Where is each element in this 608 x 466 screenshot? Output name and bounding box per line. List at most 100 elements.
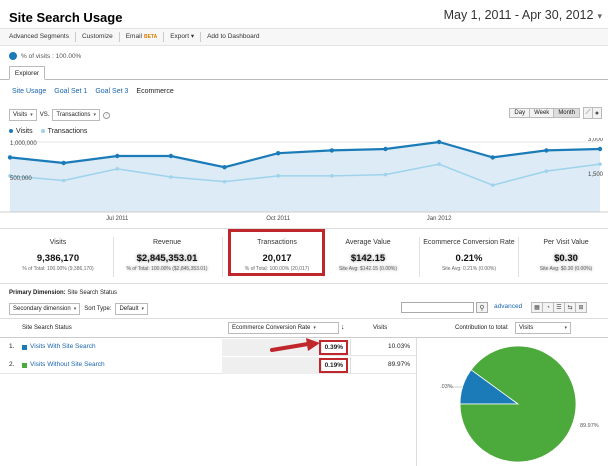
- subtab-site-usage[interactable]: Site Usage: [12, 88, 46, 95]
- legend-dot: [9, 129, 13, 134]
- email-button[interactable]: Email BETA: [120, 32, 165, 42]
- chevron-down-icon: ▾: [30, 112, 33, 118]
- period-day-button[interactable]: Day: [509, 108, 531, 118]
- legend-label: Visits: [16, 128, 33, 135]
- kpi-separator: [112, 237, 114, 277]
- y-right-tick-label: 3,000: [588, 138, 604, 143]
- tab-explorer[interactable]: Explorer: [9, 66, 45, 80]
- kpi-ecommerce-conversion-rate[interactable]: Ecommerce Conversion Rate 0.21% Site Avg: …: [419, 239, 519, 272]
- transactions-point[interactable]: [490, 183, 495, 187]
- transactions-point[interactable]: [598, 162, 602, 166]
- legend-label: Transactions: [47, 128, 88, 135]
- kpi-revenue[interactable]: Revenue $2,845,353.01 % of Total: 100.00% …: [117, 239, 217, 272]
- pie-slice[interactable]: [459, 345, 577, 463]
- kpi-subtext: Site Avg: 0.21% (0.00%): [441, 266, 497, 272]
- subtab-ecommerce[interactable]: Ecommerce: [136, 88, 173, 95]
- x-tick-label: Jul 2011: [106, 216, 129, 222]
- kpi-value: $0.30: [554, 253, 578, 264]
- visits-point[interactable]: [490, 155, 495, 160]
- advanced-filter-link[interactable]: advanced: [494, 303, 522, 310]
- date-range-picker[interactable]: May 1, 2011 - Apr 30, 2012 ▾: [444, 8, 602, 22]
- transactions-point[interactable]: [437, 162, 441, 166]
- pivot-view-icon[interactable]: ⊞: [575, 302, 587, 313]
- table-search-input[interactable]: [401, 302, 474, 313]
- kpi-visits[interactable]: Visits 9,386,170 % of Total: 100.00% (9,38…: [8, 239, 108, 272]
- transactions-point[interactable]: [169, 175, 173, 179]
- search-icon[interactable]: ⚲: [476, 302, 488, 313]
- sort-type-select[interactable]: Default ▾: [115, 303, 148, 315]
- contribution-label: Contribution to total:: [455, 325, 509, 331]
- transactions-point[interactable]: [222, 179, 227, 184]
- visits-point[interactable]: [383, 146, 388, 152]
- advanced-segments-button[interactable]: Advanced Segments: [9, 32, 76, 42]
- row-conversion-rate: 0.39%: [319, 340, 348, 355]
- visits-point[interactable]: [544, 148, 549, 153]
- transactions-point[interactable]: [61, 178, 66, 183]
- visits-point[interactable]: [115, 153, 120, 159]
- transactions-point[interactable]: [383, 172, 388, 177]
- help-icon[interactable]: ?: [103, 111, 111, 119]
- legend-item-visits[interactable]: Visits: [9, 128, 33, 135]
- visits-point[interactable]: [436, 139, 442, 145]
- kpi-label: Revenue: [152, 239, 182, 246]
- row-conversion-rate: 0.19%: [319, 358, 348, 373]
- visits-point[interactable]: [329, 148, 335, 153]
- chevron-down-icon: ▾: [564, 325, 567, 331]
- subtab-goal-set-3[interactable]: Goal Set 3: [95, 88, 128, 95]
- transactions-point[interactable]: [276, 174, 280, 178]
- subtab-goal-set-1[interactable]: Goal Set 1: [54, 88, 87, 95]
- date-range-text: May 1, 2011 - Apr 30, 2012: [443, 8, 594, 22]
- transactions-point[interactable]: [115, 167, 120, 171]
- chevron-down-icon: ▾: [73, 306, 77, 312]
- visits-point[interactable]: [597, 146, 603, 152]
- secondary-dimension-select[interactable]: Secondary dimension ▾: [9, 303, 81, 315]
- legend-item-transactions[interactable]: Transactions: [40, 128, 88, 135]
- metric2-select[interactable]: Transactions ▾: [52, 109, 101, 121]
- segment-summary: % of visits : 100.00%: [9, 52, 81, 60]
- add-to-dashboard-button[interactable]: Add to Dashboard: [201, 32, 265, 42]
- visits-point[interactable]: [222, 165, 227, 170]
- row-name-link[interactable]: Visits With Site Search: [30, 343, 96, 350]
- column-metric-select[interactable]: Ecommerce Conversion Rate ▾: [228, 322, 339, 334]
- visits-point[interactable]: [61, 160, 66, 166]
- row-visits-pct: 89.97%: [387, 361, 410, 368]
- metric1-select[interactable]: Visits ▾: [9, 109, 37, 121]
- beta-badge: BETA: [143, 34, 158, 40]
- chart-legend: Visits Transactions: [9, 128, 87, 135]
- visits-point[interactable]: [7, 155, 13, 160]
- contribution-select[interactable]: Visits ▾: [515, 322, 571, 334]
- primary-dimension-value[interactable]: Site Search Status: [67, 290, 117, 296]
- y-left-tick-label: 1,000,000: [10, 141, 37, 147]
- row-color-swatch: [22, 345, 27, 350]
- x-tick-label: Oct 2011: [266, 216, 291, 222]
- customize-button[interactable]: Customize: [76, 32, 120, 42]
- email-label: Email: [125, 33, 142, 40]
- kpi-value: 9,386,170: [36, 253, 80, 264]
- sort-down-arrow-icon[interactable]: ↓: [341, 324, 345, 331]
- row-name-link[interactable]: Visits Without Site Search: [30, 361, 105, 368]
- y-right-tick-label: 1,500: [588, 172, 604, 178]
- line-chart[interactable]: 1,000,000 500,000 3,000 1,500 Jul 2011 Oct 20…: [0, 138, 608, 228]
- table-row: 1. Visits With Site Search 0.39% 10.03%: [0, 339, 416, 356]
- export-button[interactable]: Export ▾: [164, 32, 202, 42]
- visits-point[interactable]: [275, 151, 281, 156]
- vs-label: VS.: [39, 112, 50, 118]
- metric2-label: Transactions: [56, 112, 91, 118]
- contribution-pie-chart[interactable]: 10.03%89.97%: [440, 340, 608, 466]
- transactions-highlight: [228, 229, 325, 276]
- visits-point[interactable]: [168, 153, 174, 159]
- chart-type-selector: ⟋ ●: [583, 107, 602, 119]
- column-site-search-status[interactable]: Site Search Status: [22, 325, 72, 331]
- legend-dot: [40, 129, 45, 134]
- row-color-swatch: [22, 363, 27, 368]
- motion-chart-icon[interactable]: ●: [592, 107, 602, 119]
- transactions-point[interactable]: [330, 174, 334, 178]
- kpi-per-visit-value[interactable]: Per Visit Value $0.30 Site Avg: $0.30 (0.0…: [516, 239, 608, 272]
- transactions-point[interactable]: [544, 169, 549, 173]
- kpi-average-value[interactable]: Average Value $142.15 Site Avg: $142.15 (0…: [318, 239, 418, 272]
- column-visits[interactable]: Visits: [373, 325, 387, 331]
- period-month-button[interactable]: Month: [553, 108, 580, 118]
- visits-percentage: % of visits : 100.00%: [21, 52, 82, 60]
- period-week-button[interactable]: Week: [529, 108, 555, 118]
- kpi-value: 0.21%: [455, 253, 483, 264]
